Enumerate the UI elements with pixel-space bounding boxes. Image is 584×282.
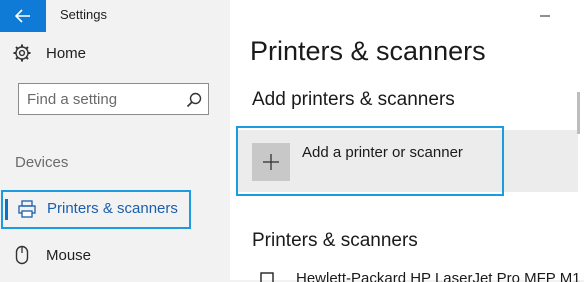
list-item[interactable]: Hewlett-Packard HP LaserJet Pro MFP M12 [260, 270, 580, 282]
back-button[interactable] [0, 0, 46, 32]
gear-icon [13, 44, 31, 62]
search-input[interactable] [27, 90, 177, 108]
minimize-button[interactable] [536, 0, 554, 30]
page-title: Printers & scanners [250, 36, 486, 66]
scrollbar[interactable] [577, 92, 580, 134]
minimize-icon [540, 15, 550, 17]
printers-list-heading: Printers & scanners [252, 230, 418, 251]
window-title: Settings [60, 7, 107, 22]
printer-name: Hewlett-Packard HP LaserJet Pro MFP M12 [296, 270, 580, 282]
printer-icon [260, 272, 274, 282]
printer-icon [18, 200, 36, 218]
section-label-devices: Devices [15, 154, 69, 171]
highlight-outline [236, 126, 504, 196]
sidebar: Settings Home Devices [0, 0, 230, 280]
add-section-heading: Add printers & scanners [252, 89, 455, 110]
sidebar-item-mouse[interactable]: Mouse [15, 242, 91, 268]
home-nav-item[interactable]: Home [12, 40, 86, 66]
sidebar-item-label: Mouse [46, 246, 92, 264]
sidebar-item-printers-scanners[interactable]: Printers & scanners [1, 190, 191, 229]
back-arrow-icon [15, 9, 30, 23]
search-icon[interactable] [186, 92, 202, 108]
home-label: Home [46, 44, 87, 62]
sidebar-item-label: Printers & scanners [47, 200, 178, 217]
main-content: Printers & scanners Add printers & scann… [230, 0, 584, 282]
search-box[interactable] [18, 83, 209, 115]
selection-accent-bar [5, 199, 8, 220]
mouse-icon [15, 245, 29, 265]
